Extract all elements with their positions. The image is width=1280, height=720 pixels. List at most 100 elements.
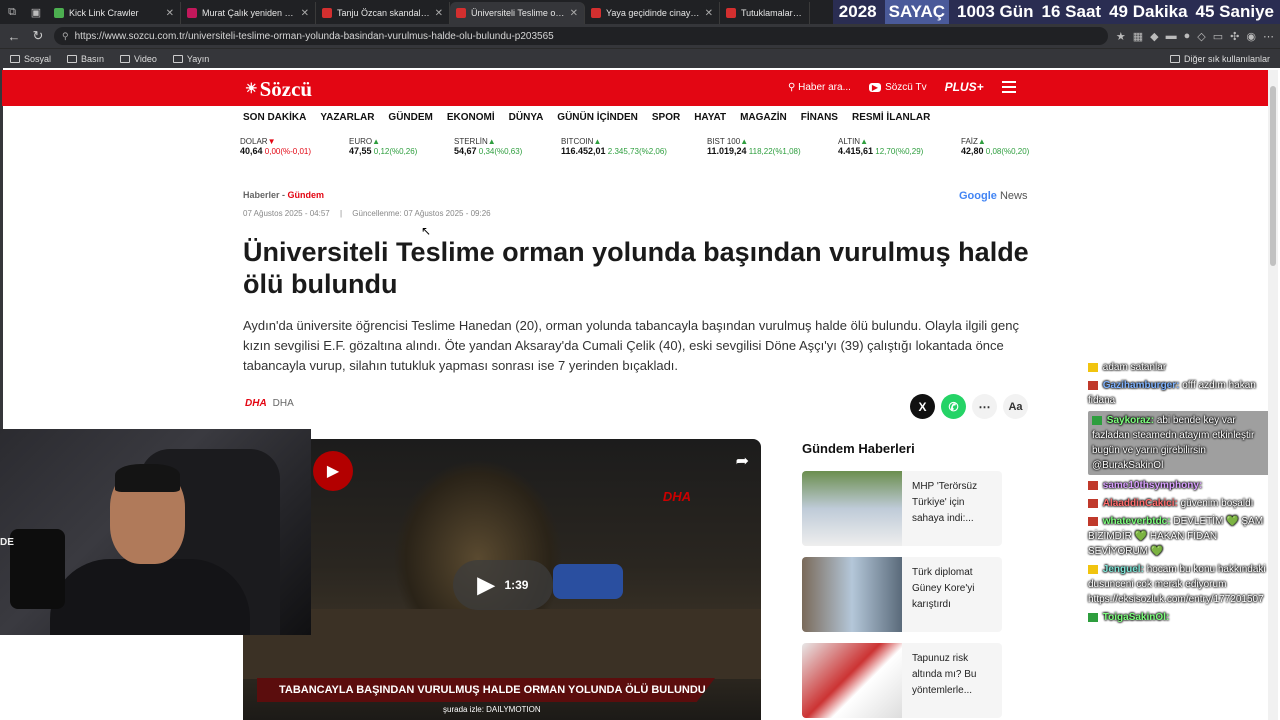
news-thumbnail — [802, 557, 902, 632]
more-options-icon[interactable]: ⋯ — [972, 394, 997, 419]
extension-icon[interactable]: ▬ — [1166, 30, 1177, 43]
bookmark-label: Basın — [81, 53, 105, 64]
nav-item-finans[interactable]: FİNANS — [801, 112, 838, 123]
market-item[interactable]: ALTIN▲ 4.415,61 12,70(%0,29) — [838, 137, 923, 156]
market-item[interactable]: STERLİN▲ 54,67 0,34(%0,63) — [454, 137, 522, 156]
logo-text: Sözcü — [259, 77, 313, 101]
nav-item-son-dakika[interactable]: SON DAKİKA — [243, 112, 306, 123]
extension-icon[interactable]: ● — [1184, 30, 1191, 43]
dailymotion-link[interactable]: şurada izle: DAILYMOTION — [443, 705, 541, 714]
sozcu-tv-link[interactable]: ▶ Sözcü Tv — [868, 82, 927, 93]
scrollbar-thumb[interactable] — [1270, 86, 1276, 266]
nav-item-yazarlar[interactable]: YAZARLAR — [320, 112, 374, 123]
market-item[interactable]: FAİZ▲ 42,80 0,08(%0,20) — [961, 137, 1029, 156]
tab-title: Üniversiteli Teslime orman — [471, 8, 565, 18]
tab-title: Yaya geçidinde cinayete te — [606, 8, 700, 18]
gundem-news-card[interactable]: Tapunuz risk altında mı? Bu yöntemlerle.… — [802, 643, 1002, 718]
extensions-toolbar: ★ ▦ ◆ ▬ ● ◇ ▭ ✣ ◉ ⋯ — [1116, 30, 1274, 43]
font-size-icon[interactable]: Aa — [1003, 394, 1028, 419]
market-item[interactable]: EURO▲ 47,55 0,12(%0,26) — [349, 137, 417, 156]
market-value: 116.452,01 — [561, 146, 606, 156]
browser-tab[interactable]: Murat Çalık yeniden cezae ✕ — [181, 2, 316, 24]
tab-close-icon[interactable]: ✕ — [705, 8, 713, 19]
bookmarks-bar: Sosyal Basın Video Yayın Diğer sık kulla… — [0, 48, 1280, 68]
google-news-link[interactable]: Google News — [959, 190, 1027, 202]
bookmark-folder[interactable]: Sosyal — [10, 54, 51, 64]
bookmark-folder[interactable]: Basın — [67, 54, 104, 64]
menu-dots-icon[interactable]: ⋯ — [1263, 30, 1274, 43]
folder-icon — [1169, 54, 1180, 63]
updated-date: Güncellenme: 07 Ağustos 2025 - 09:26 — [352, 209, 491, 218]
video-player[interactable]: ▶ DHA ➦ ▶ 1:39 TABANCAYLA BAŞINDAN VURUL… — [243, 439, 761, 720]
nav-item-spor[interactable]: SPOR — [652, 112, 680, 123]
tab-close-icon[interactable]: ✕ — [166, 8, 174, 19]
back-icon[interactable]: ← — [6, 29, 22, 44]
browser-tab[interactable]: Tutuklamalar iyi p — [720, 2, 810, 24]
bookmark-star-icon[interactable]: ★ — [1116, 30, 1126, 43]
chat-badge-icon — [1088, 480, 1098, 490]
reload-icon[interactable]: ↻ — [30, 28, 46, 44]
gundem-news-card[interactable]: Türk diplomat Güney Kore'yi karıştırdı — [802, 557, 1002, 632]
browser-tab[interactable]: Kick Link Crawler ✕ — [48, 2, 181, 24]
breadcrumb-home[interactable]: Haberler — [243, 190, 280, 200]
market-item[interactable]: BITCOIN▲ 116.452,01 2.345,73(%2,06) — [561, 137, 667, 156]
page-scrollbar[interactable] — [1268, 70, 1278, 720]
market-change: 0,12(%0,26) — [373, 147, 418, 156]
channel-play-icon[interactable]: ▶ — [313, 451, 353, 491]
extension-icon[interactable]: ◆ — [1150, 30, 1158, 43]
extension-icon[interactable]: ▦ — [1133, 30, 1143, 43]
bookmark-folder[interactable]: Yayın — [172, 54, 209, 64]
video-play-button[interactable]: ▶ 1:39 — [453, 560, 553, 610]
market-item[interactable]: BIST 100▲ 11.019,24 118,22(%1,08) — [707, 137, 801, 156]
profile-avatar[interactable]: ◉ — [1246, 30, 1256, 43]
streamer-body — [50, 559, 250, 635]
url-field[interactable]: ⚲ https://www.sozcu.com.tr/universiteli-… — [54, 27, 1108, 45]
video-share-icon[interactable]: ➦ — [736, 451, 749, 471]
breadcrumb-category[interactable]: Gündem — [288, 190, 325, 200]
plus-link[interactable]: PLUS+ — [945, 80, 984, 94]
tab-close-icon[interactable]: ✕ — [301, 8, 309, 19]
chat-badge-icon — [1088, 498, 1098, 508]
browser-tab[interactable]: Tanju Özcan skandalı anlat ✕ — [316, 2, 450, 24]
nav-item-dunya[interactable]: DÜNYA — [509, 112, 544, 123]
bookmark-folder[interactable]: Video — [120, 54, 157, 64]
nav-item-gundem[interactable]: GÜNDEM — [388, 112, 432, 123]
workspaces-icon[interactable]: ⧉ — [0, 0, 24, 24]
article-source: DHA DHA — [245, 398, 294, 409]
x-share-icon[interactable]: X — [910, 394, 935, 419]
nav-item-resmi-ilanlar[interactable]: RESMİ İLANLAR — [852, 112, 930, 123]
folder-icon — [10, 54, 20, 63]
search-button[interactable]: ⚲ Haber ara... — [788, 82, 851, 93]
browser-tab[interactable]: Yaya geçidinde cinayete te ✕ — [585, 2, 720, 24]
nav-item-hayat[interactable]: HAYAT — [694, 112, 726, 123]
countdown-hours: 16 Saat — [1041, 2, 1102, 21]
gundem-news-card[interactable]: MHP 'Terörsüz Türkiye' için sahaya indi:… — [802, 471, 1002, 546]
arrow-up-icon: ▲ — [740, 137, 749, 146]
market-item[interactable]: DOLAR▼ 40,64 0,00(%-0,01) — [240, 137, 311, 156]
extension-icon[interactable]: ◇ — [1197, 30, 1205, 43]
nav-item-magazin[interactable]: MAGAZİN — [740, 112, 787, 123]
site-logo[interactable]: ☀ Sözcü — [245, 77, 312, 102]
tab-actions-icon[interactable]: ▣ — [24, 0, 48, 24]
video-watermark: DHA — [662, 489, 691, 504]
news-thumbnail — [802, 471, 902, 546]
hamburger-menu-icon[interactable] — [1001, 81, 1016, 93]
folder-icon — [172, 54, 183, 63]
tab-close-icon[interactable]: ✕ — [570, 8, 578, 19]
arrow-up-icon: ▲ — [593, 137, 602, 146]
countdown-label: SAYAÇ — [884, 0, 949, 24]
tab-favicon-icon — [187, 8, 197, 18]
nav-item-ekonomi[interactable]: EKONOMİ — [447, 112, 495, 123]
browser-tab-active[interactable]: Üniversiteli Teslime orman ✕ — [450, 2, 585, 24]
tab-close-icon[interactable]: ✕ — [435, 8, 443, 19]
chat-badge-icon — [1088, 564, 1098, 574]
extension-icon[interactable]: ▭ — [1213, 30, 1223, 43]
site-info-icon[interactable]: ⚲ — [62, 31, 69, 42]
folder-icon — [67, 54, 78, 63]
puzzle-icon[interactable]: ✣ — [1230, 30, 1239, 43]
other-bookmarks[interactable]: Diğer sık kullanılanlar — [1169, 54, 1270, 64]
folder-icon — [120, 54, 131, 63]
tab-title: Tutuklamalar iyi p — [741, 8, 803, 18]
nav-item-gunun-icinden[interactable]: GÜNÜN İÇİNDEN — [557, 112, 638, 123]
whatsapp-share-icon[interactable]: ✆ — [941, 394, 966, 419]
